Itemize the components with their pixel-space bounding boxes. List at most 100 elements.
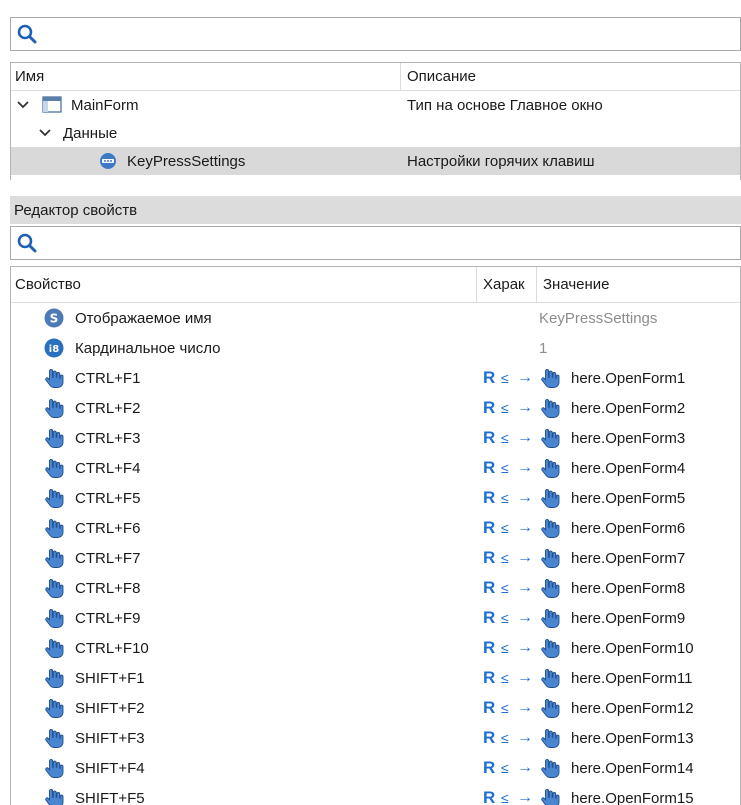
property-name: CTRL+F1 bbox=[75, 369, 141, 387]
property-row-hotkey[interactable]: CTRL+F5 R ≤ → here.OpenForm5 bbox=[11, 483, 740, 513]
relation-flag: ≤ bbox=[501, 700, 509, 716]
property-row-hotkey[interactable]: CTRL+F9 R ≤ → here.OpenForm9 bbox=[11, 603, 740, 633]
tree-item-label: KeyPressSettings bbox=[127, 152, 246, 170]
property-name: CTRL+F8 bbox=[75, 579, 141, 597]
property-value: here.OpenForm1 bbox=[571, 369, 686, 387]
hand-pointer-icon bbox=[541, 759, 560, 778]
property-row-hotkey[interactable]: CTRL+F3 R ≤ → here.OpenForm3 bbox=[11, 423, 740, 453]
property-name: CTRL+F3 bbox=[75, 429, 141, 447]
tree-item-label: MainForm bbox=[71, 96, 139, 114]
hand-pointer-icon bbox=[541, 549, 560, 568]
tree-row-data[interactable]: Данные bbox=[11, 119, 740, 147]
property-row-display-name[interactable]: S Отображаемое имя KeyPressSettings bbox=[11, 303, 740, 333]
arrow-right-icon: → bbox=[517, 399, 533, 416]
property-row-hotkey[interactable]: CTRL+F7 R ≤ → here.OpenForm7 bbox=[11, 543, 740, 573]
column-property-header[interactable]: Свойство bbox=[11, 267, 477, 302]
read-flag: R bbox=[483, 578, 496, 597]
hand-pointer-icon bbox=[45, 429, 64, 448]
property-search-bar[interactable] bbox=[10, 226, 741, 260]
property-value: here.OpenForm13 bbox=[571, 729, 694, 747]
property-grid-header: Свойство Харак Значение bbox=[11, 267, 740, 303]
column-characteristics-header[interactable]: Харак bbox=[477, 267, 537, 302]
relation-flag: ≤ bbox=[501, 670, 509, 686]
property-row-hotkey[interactable]: CTRL+F8 R ≤ → here.OpenForm8 bbox=[11, 573, 740, 603]
read-flag: R bbox=[483, 548, 496, 567]
relation-flag: ≤ bbox=[501, 550, 509, 566]
property-value: here.OpenForm6 bbox=[571, 519, 686, 537]
property-row-hotkey[interactable]: CTRL+F2 R ≤ → here.OpenForm2 bbox=[11, 393, 740, 423]
relation-flag: ≤ bbox=[501, 370, 509, 386]
window-form-icon bbox=[42, 96, 62, 113]
relation-flag: ≤ bbox=[501, 490, 509, 506]
property-row-hotkey[interactable]: CTRL+F4 R ≤ → here.OpenForm4 bbox=[11, 453, 740, 483]
property-value: 1 bbox=[539, 339, 548, 357]
read-flag: R bbox=[483, 728, 496, 747]
tree-header: Имя Описание bbox=[11, 63, 740, 91]
object-tree: Имя Описание MainForm Тип на основе Глав… bbox=[10, 62, 741, 180]
hand-pointer-icon bbox=[541, 489, 560, 508]
property-row-hotkey[interactable]: CTRL+F10 R ≤ → here.OpenForm10 bbox=[11, 633, 740, 663]
property-row-hotkey[interactable]: SHIFT+F2 R ≤ → here.OpenForm12 bbox=[11, 693, 740, 723]
property-value: here.OpenForm12 bbox=[571, 699, 694, 717]
read-flag: R bbox=[483, 428, 496, 447]
settings-object-icon bbox=[100, 153, 116, 169]
arrow-right-icon: → bbox=[517, 489, 533, 506]
relation-flag: ≤ bbox=[501, 430, 509, 446]
read-flag: R bbox=[483, 518, 496, 537]
hand-pointer-icon bbox=[541, 699, 560, 718]
property-row-hotkey[interactable]: SHIFT+F1 R ≤ → here.OpenForm11 bbox=[11, 663, 740, 693]
chevron-down-icon[interactable] bbox=[15, 97, 31, 113]
hand-pointer-icon bbox=[45, 579, 64, 598]
property-value: here.OpenForm3 bbox=[571, 429, 686, 447]
property-value: here.OpenForm5 bbox=[571, 489, 686, 507]
hand-pointer-icon bbox=[45, 519, 64, 538]
hand-pointer-icon bbox=[45, 699, 64, 718]
property-value: here.OpenForm4 bbox=[571, 459, 686, 477]
relation-flag: ≤ bbox=[501, 400, 509, 416]
chevron-down-icon[interactable] bbox=[37, 125, 53, 141]
property-value: here.OpenForm8 bbox=[571, 579, 686, 597]
property-value: KeyPressSettings bbox=[539, 309, 658, 327]
property-editor-title: Редактор свойств bbox=[10, 196, 741, 224]
arrow-right-icon: → bbox=[517, 459, 533, 476]
hand-pointer-icon bbox=[541, 429, 560, 448]
string-type-icon: S bbox=[44, 308, 64, 328]
property-name: Отображаемое имя bbox=[75, 309, 212, 327]
column-name-header[interactable]: Имя bbox=[11, 63, 401, 90]
tree-item-description: Тип на основе Главное окно bbox=[407, 96, 603, 114]
relation-flag: ≤ bbox=[501, 520, 509, 536]
arrow-right-icon: → bbox=[517, 369, 533, 386]
property-name: SHIFT+F4 bbox=[75, 759, 145, 777]
property-row-hotkey[interactable]: SHIFT+F3 R ≤ → here.OpenForm13 bbox=[11, 723, 740, 753]
property-name: CTRL+F10 bbox=[75, 639, 149, 657]
hand-pointer-icon bbox=[45, 459, 64, 478]
hand-pointer-icon bbox=[45, 729, 64, 748]
hand-pointer-icon bbox=[541, 639, 560, 658]
hand-pointer-icon bbox=[45, 369, 64, 388]
relation-flag: ≤ bbox=[501, 640, 509, 656]
top-search-bar[interactable] bbox=[10, 17, 741, 51]
column-description-header[interactable]: Описание bbox=[401, 68, 476, 85]
property-row-hotkey[interactable]: SHIFT+F4 R ≤ → here.OpenForm14 bbox=[11, 753, 740, 783]
hand-pointer-icon bbox=[541, 579, 560, 598]
search-icon bbox=[17, 233, 37, 253]
read-flag: R bbox=[483, 458, 496, 477]
arrow-right-icon: → bbox=[517, 579, 533, 596]
property-value: here.OpenForm14 bbox=[571, 759, 694, 777]
relation-flag: ≤ bbox=[501, 790, 509, 805]
property-row-hotkey[interactable]: CTRL+F1 R ≤ → here.OpenForm1 bbox=[11, 363, 740, 393]
property-name: CTRL+F2 bbox=[75, 399, 141, 417]
read-flag: R bbox=[483, 608, 496, 627]
read-flag: R bbox=[483, 698, 496, 717]
property-row-hotkey[interactable]: CTRL+F6 R ≤ → here.OpenForm6 bbox=[11, 513, 740, 543]
tree-row-mainform[interactable]: MainForm Тип на основе Главное окно bbox=[11, 91, 740, 119]
arrow-right-icon: → bbox=[517, 609, 533, 626]
property-row-cardinality[interactable]: i8 Кардинальное число 1 bbox=[11, 333, 740, 363]
property-row-hotkey[interactable]: SHIFT+F5 R ≤ → here.OpenForm15 bbox=[11, 783, 740, 805]
hand-pointer-icon bbox=[541, 519, 560, 538]
tree-row-keypresssettings[interactable]: KeyPressSettings Настройки горячих клави… bbox=[11, 147, 740, 175]
hand-pointer-icon bbox=[541, 789, 560, 805]
column-value-header[interactable]: Значение bbox=[537, 276, 610, 293]
relation-flag: ≤ bbox=[501, 760, 509, 776]
arrow-right-icon: → bbox=[517, 729, 533, 746]
